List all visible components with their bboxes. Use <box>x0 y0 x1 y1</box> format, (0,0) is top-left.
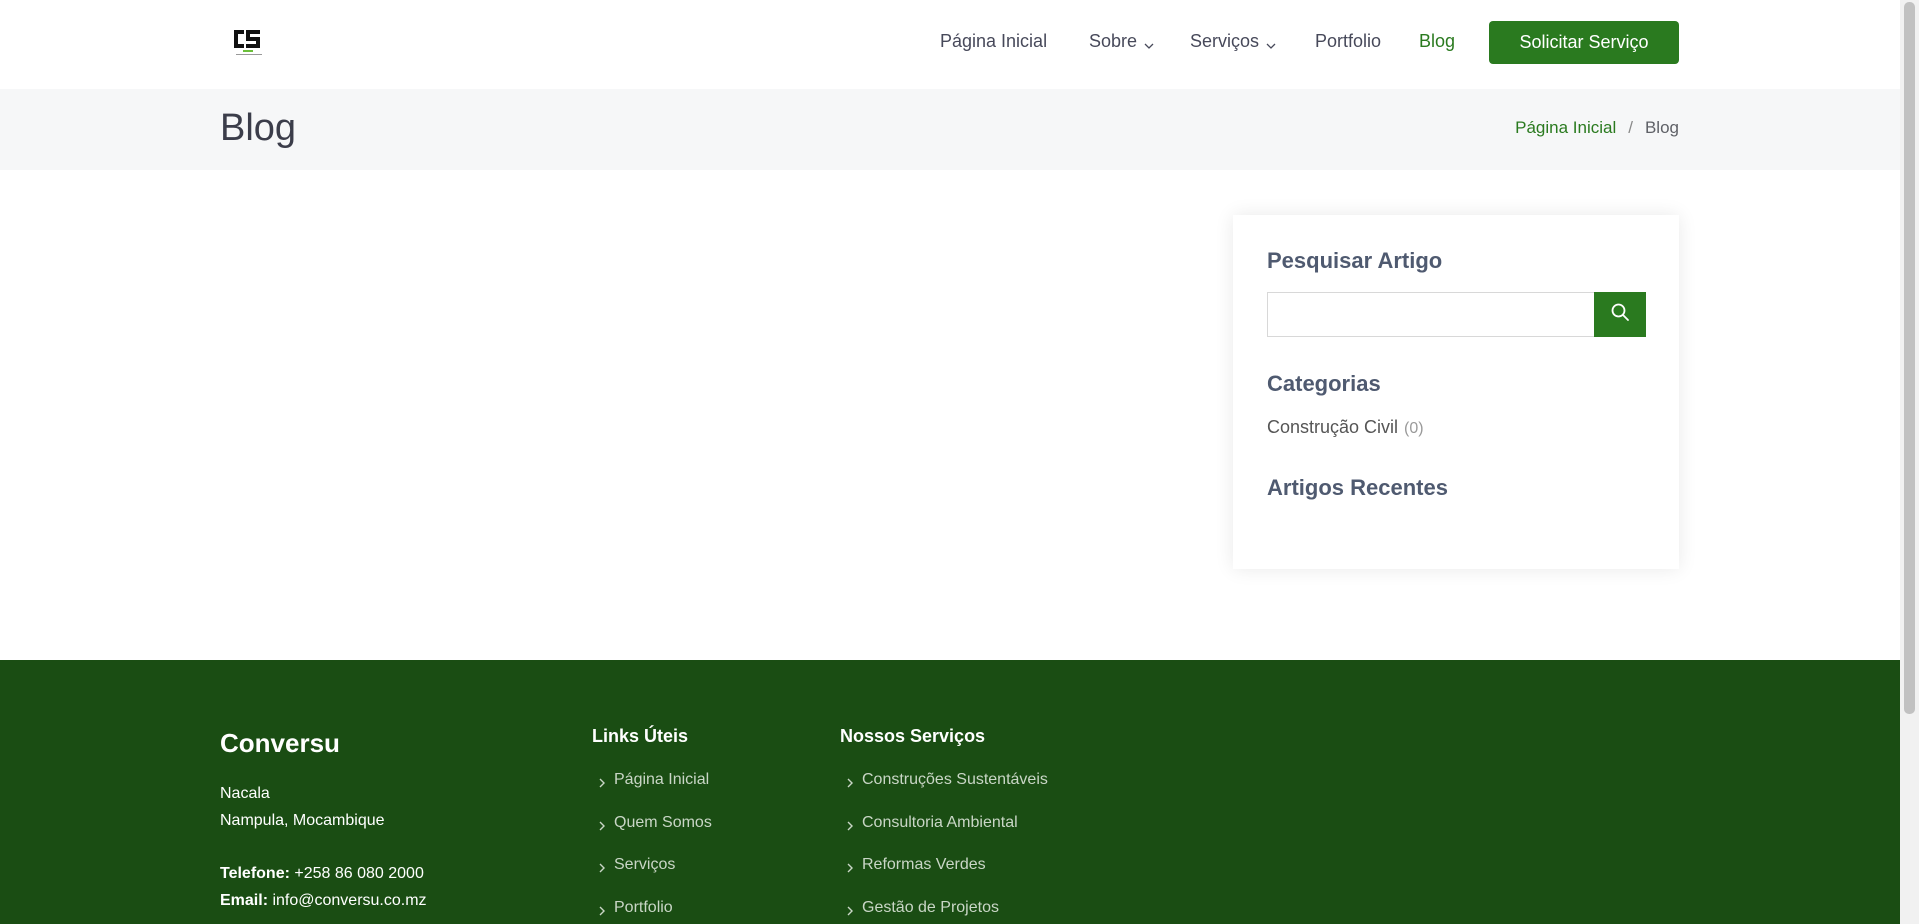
nav-portfolio[interactable]: Portfolio <box>1315 31 1381 52</box>
category-count: (0) <box>1404 420 1424 437</box>
site-footer: Conversu Nacala Nampula, Mocambique Tele… <box>0 660 1900 924</box>
nav-servicos[interactable]: Serviços <box>1190 31 1277 52</box>
page-title-bar: Blog Página Inicial / Blog <box>0 89 1900 170</box>
footer-phone: Telefone: +258 86 080 2000 <box>220 865 424 883</box>
links-heading: Links Úteis <box>592 726 689 746</box>
breadcrumb-home-link[interactable]: Página Inicial <box>1515 118 1616 138</box>
footer-service-label: Consultoria Ambiental <box>862 814 1018 831</box>
blog-sidebar: Pesquisar Artigo Categorias Construção C… <box>1233 215 1679 569</box>
nav-label: Portfolio <box>1315 31 1382 51</box>
footer-address-line2: Nampula, Mocambique <box>220 812 385 829</box>
category-link[interactable]: Construção Civil (0) <box>1267 417 1424 438</box>
footer-service-label: Reformas Verdes <box>862 856 986 873</box>
chevron-right-icon <box>598 775 606 788</box>
phone-label: Telefone: <box>220 865 290 882</box>
category-name: Construção Civil <box>1267 417 1399 437</box>
footer-link-label: Quem Somos <box>614 814 712 831</box>
chevron-right-icon <box>846 903 854 916</box>
email-value[interactable]: info@conversu.co.mz <box>272 892 426 909</box>
footer-link-quem-somos[interactable]: Quem Somos <box>598 814 712 832</box>
chevron-right-icon <box>598 903 606 916</box>
footer-link-label: Página Inicial <box>614 771 710 788</box>
chevron-right-icon <box>598 860 606 873</box>
phone-value: +258 86 080 2000 <box>294 865 424 882</box>
breadcrumb: Página Inicial / Blog <box>1515 118 1679 138</box>
categories-heading: Categorias <box>1267 371 1381 396</box>
recent-articles-heading: Artigos Recentes <box>1267 475 1448 500</box>
nav-pagina-inicial[interactable]: Página Inicial <box>940 31 1047 52</box>
search-form <box>1267 292 1646 337</box>
footer-email: Email: info@conversu.co.mz <box>220 892 427 910</box>
search-heading: Pesquisar Artigo <box>1267 248 1443 273</box>
chevron-right-icon <box>846 860 854 873</box>
footer-service-gestao[interactable]: Gestão de Projetos <box>846 899 999 917</box>
nav-sobre[interactable]: Sobre <box>1089 31 1155 52</box>
page-title: Blog <box>220 107 297 149</box>
chevron-down-icon <box>1143 36 1155 49</box>
nav-label: Sobre <box>1089 31 1138 51</box>
search-icon <box>1610 302 1630 327</box>
services-heading: Nossos Serviços <box>840 726 986 746</box>
chevron-right-icon <box>598 818 606 831</box>
footer-address-line1: Nacala <box>220 785 270 802</box>
scrollbar-thumb[interactable] <box>1904 2 1915 714</box>
nav-blog[interactable]: Blog <box>1419 31 1455 52</box>
footer-link-label: Portfolio <box>614 899 673 916</box>
search-button[interactable] <box>1594 292 1646 337</box>
chevron-down-icon <box>1265 36 1277 49</box>
footer-service-consultoria[interactable]: Consultoria Ambiental <box>846 814 1018 832</box>
solicitar-servico-button[interactable]: Solicitar Serviço <box>1489 21 1679 64</box>
footer-link-portfolio[interactable]: Portfolio <box>598 899 673 917</box>
chevron-right-icon <box>846 818 854 831</box>
footer-link-label: Serviços <box>614 856 676 873</box>
footer-link-pagina-inicial[interactable]: Página Inicial <box>598 771 709 789</box>
nav-label: Página Inicial <box>940 31 1048 51</box>
email-label: Email: <box>220 892 269 909</box>
footer-link-servicos[interactable]: Serviços <box>598 856 675 874</box>
footer-brand: Conversu <box>220 728 340 758</box>
site-header: Página Inicial Sobre Serviços Portfolio … <box>0 0 1900 89</box>
search-input[interactable] <box>1267 292 1594 337</box>
footer-service-reformas[interactable]: Reformas Verdes <box>846 856 986 874</box>
breadcrumb-current: Blog <box>1644 118 1679 137</box>
vertical-scrollbar[interactable] <box>1900 0 1919 924</box>
footer-service-label: Construções Sustentáveis <box>862 771 1048 788</box>
nav-label: Blog <box>1419 31 1456 51</box>
breadcrumb-separator: / <box>1628 118 1633 137</box>
nav-label: Serviços <box>1190 31 1260 51</box>
chevron-right-icon <box>846 775 854 788</box>
cta-label: Solicitar Serviço <box>1519 32 1649 52</box>
footer-service-construcoes[interactable]: Construções Sustentáveis <box>846 771 1048 789</box>
footer-service-label: Gestão de Projetos <box>862 899 999 916</box>
